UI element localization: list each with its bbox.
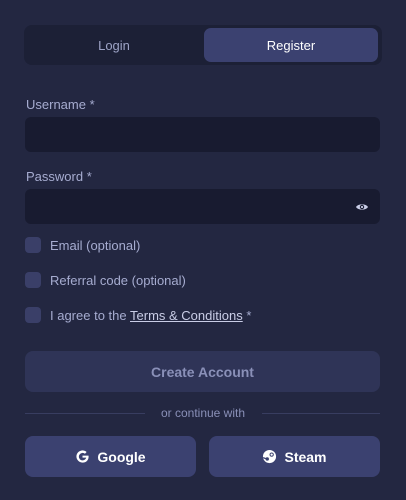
terms-required-mark: * (246, 307, 252, 323)
divider-line-right (262, 413, 380, 414)
terms-row: I agree to the Terms & Conditions * (25, 306, 251, 324)
auth-tabs: Login Register (24, 25, 382, 65)
eye-icon[interactable] (355, 200, 369, 214)
google-icon (76, 450, 89, 463)
tab-login[interactable]: Login (27, 28, 201, 62)
email-checkbox[interactable] (25, 237, 41, 253)
username-input[interactable] (25, 117, 380, 152)
create-account-button[interactable]: Create Account (25, 351, 380, 392)
password-label: Password * (26, 169, 92, 184)
password-field-wrapper (25, 189, 380, 224)
email-option-label: Email (optional) (50, 237, 141, 253)
referral-option-row: Referral code (optional) (25, 271, 186, 289)
steam-button[interactable]: Steam (209, 436, 380, 477)
steam-icon (263, 449, 277, 464)
username-label: Username * (26, 97, 95, 112)
terms-link[interactable]: Terms & Conditions (130, 308, 243, 323)
google-button[interactable]: Google (25, 436, 196, 477)
username-field-wrapper (25, 117, 380, 152)
terms-prefix: I agree to the (50, 307, 127, 323)
terms-checkbox[interactable] (25, 307, 41, 323)
terms-label: I agree to the Terms & Conditions * (50, 308, 251, 323)
email-option-row: Email (optional) (25, 236, 140, 254)
referral-checkbox[interactable] (25, 272, 41, 288)
password-input[interactable] (25, 189, 380, 224)
tab-register[interactable]: Register (204, 28, 378, 62)
steam-label: Steam (284, 448, 327, 465)
google-label: Google (97, 448, 146, 465)
referral-option-label: Referral code (optional) (50, 272, 186, 288)
